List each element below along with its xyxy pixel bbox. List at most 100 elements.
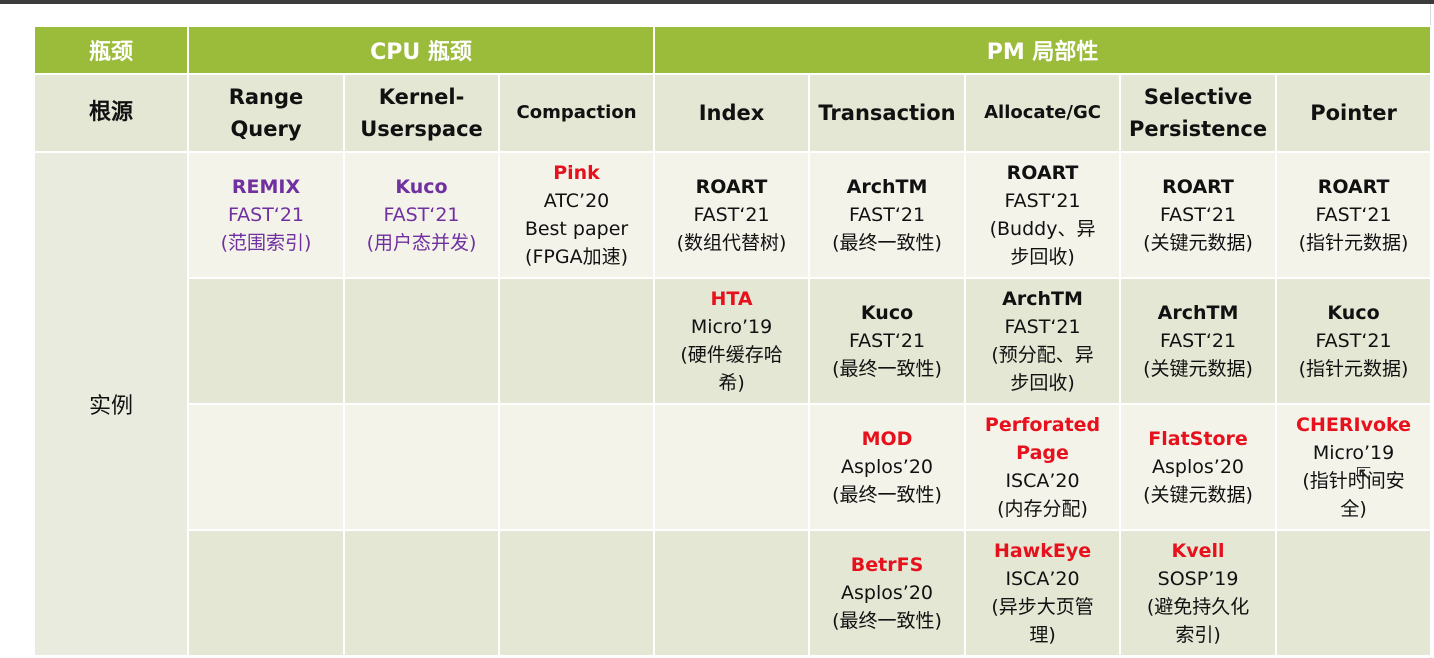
paper-note: (指针元数据)	[1298, 232, 1409, 254]
example-row-4: BetrFS Asplos’20 (最终一致性) HawkEye ISCA’20 (异步…	[34, 529, 1433, 657]
paper-cell: Kuco FAST‘21 (最终一致性)	[808, 277, 967, 405]
paper-venue: Asplos’20	[841, 582, 934, 604]
paper-note: (关键元数据)	[1143, 232, 1253, 254]
paper-venue: Micro’19	[690, 316, 773, 338]
paper-venue: FAST‘21	[1315, 204, 1392, 226]
paper-entry: FlatStore Asplos’20 (关键元数据)	[1123, 425, 1273, 509]
paper-name: Page	[1016, 442, 1069, 464]
mouse-cursor-icon: ⇱	[1356, 464, 1372, 485]
empty-cell	[187, 277, 345, 405]
paper-cell: Kvell SOSP’19 (避免持久化 索引)	[1119, 529, 1278, 657]
paper-entry: ROART FAST‘21 (数组代替树)	[657, 173, 806, 257]
paper-cell: ArchTM FAST‘21 (预分配、异 步回收)	[964, 277, 1122, 405]
paper-note: (异步大页管	[991, 596, 1094, 618]
paper-name: ROART	[695, 176, 768, 198]
subheader-allocate-gc: Allocate/GC	[964, 73, 1122, 153]
paper-venue: Micro’19	[1312, 442, 1395, 464]
paper-cell: Perforated Page ISCA’20 (内存分配)	[964, 403, 1122, 531]
paper-cell: Pink ATC’20 Best paper (FPGA加速)	[497, 151, 656, 279]
paper-entry: ArchTM FAST‘21 (最终一致性)	[812, 173, 962, 257]
paper-venue: Asplos’20	[841, 456, 934, 478]
paper-entry: MOD Asplos’20 (最终一致性)	[812, 425, 962, 509]
paper-cell: REMIX FAST‘21 (范围索引)	[187, 151, 345, 279]
paper-name: HTA	[710, 288, 753, 310]
paper-note: (避免持久化	[1146, 596, 1250, 618]
paper-note: (FPGA加速)	[525, 246, 628, 268]
empty-cell	[343, 529, 500, 657]
paper-cell: Kuco FAST‘21 (指针元数据)	[1275, 277, 1433, 405]
empty-cell	[187, 403, 345, 531]
paper-note: (内存分配)	[997, 498, 1088, 520]
paper-venue: ISCA’20	[1005, 470, 1080, 492]
paper-name: ArchTM	[1002, 288, 1083, 310]
paper-entry: Kuco FAST‘21 (用户态并发)	[347, 173, 496, 257]
paper-venue: FAST‘21	[693, 204, 770, 226]
paper-name: FlatStore	[1148, 428, 1248, 450]
paper-name: ROART	[1162, 176, 1234, 198]
subheader-selective-persistence: Selective Persistence	[1119, 73, 1278, 153]
row-label-examples: 实例	[33, 151, 189, 657]
paper-entry: ArchTM FAST‘21 (关键元数据)	[1123, 299, 1273, 383]
paper-note: (预分配、异	[991, 344, 1094, 366]
subheader-range-query: Range Query	[187, 73, 345, 153]
paper-venue: FAST‘21	[1004, 316, 1081, 338]
paper-note: (指针元数据)	[1298, 358, 1409, 380]
paper-name: HawkEye	[993, 540, 1092, 562]
empty-cell	[1275, 529, 1433, 657]
paper-note: (范围索引)	[220, 232, 312, 254]
paper-entry: Kuco FAST‘21 (指针元数据)	[1279, 299, 1428, 383]
paper-venue: FAST‘21	[1159, 204, 1237, 226]
paper-note: 全)	[1340, 498, 1367, 520]
paper-venue: FAST‘21	[1315, 330, 1392, 352]
paper-note: (最终一致性)	[832, 358, 942, 380]
paper-note: (Buddy、异	[989, 218, 1096, 240]
paper-note: (硬件缓存哈	[680, 344, 783, 366]
example-row-2: HTA Micro’19 (硬件缓存哈 希) Kuco FAST‘21 (最终一致性) A…	[34, 277, 1433, 405]
subheader-row: 根源 Range Query Kernel- Userspace Compactio…	[33, 73, 1433, 153]
paper-note: (最终一致性)	[832, 484, 942, 506]
paper-cell: ArchTM FAST‘21 (关键元数据)	[1119, 277, 1278, 405]
paper-entry: Pink ATC’20 Best paper (FPGA加速)	[502, 159, 651, 271]
paper-name: Kuco	[1327, 302, 1380, 324]
top-border-bar	[0, 0, 1434, 4]
paper-cell: ArchTM FAST‘21 (最终一致性)	[808, 151, 967, 279]
paper-cell: ROART FAST‘21 (关键元数据)	[1119, 151, 1278, 279]
paper-name: Kuco	[395, 176, 448, 198]
paper-entry: Kvell SOSP’19 (避免持久化 索引)	[1123, 537, 1273, 649]
paper-entry: ROART FAST‘21 (Buddy、异 步回收)	[968, 159, 1117, 271]
paper-venue: FAST‘21	[848, 330, 926, 352]
paper-note: 步回收)	[1010, 246, 1075, 268]
paper-cell: ROART FAST‘21 (指针元数据)	[1275, 151, 1433, 279]
paper-entry: HTA Micro’19 (硬件缓存哈 希)	[657, 285, 806, 397]
paper-name: ArchTM	[846, 176, 928, 198]
paper-cell: ROART FAST‘21 (数组代替树)	[653, 151, 811, 279]
paper-venue: FAST‘21	[383, 204, 460, 226]
paper-name: BetrFS	[850, 554, 924, 576]
header-row: 瓶颈 CPU 瓶颈 PM 局部性	[33, 25, 1433, 75]
paper-name: ROART	[1317, 176, 1390, 198]
paper-entry: REMIX FAST‘21 (范围索引)	[191, 173, 341, 257]
paper-venue: Asplos’20	[1152, 456, 1245, 478]
empty-cell	[343, 277, 500, 405]
empty-cell	[497, 403, 656, 531]
empty-cell	[653, 403, 811, 531]
paper-cell: ROART FAST‘21 (Buddy、异 步回收)	[964, 151, 1122, 279]
subheader-compaction: Compaction	[497, 73, 656, 153]
subheader-kernel-userspace: Kernel- Userspace	[343, 73, 500, 153]
paper-note: (最终一致性)	[832, 610, 942, 632]
subheader-transaction: Transaction	[808, 73, 967, 153]
paper-name: Kvell	[1171, 540, 1225, 562]
paper-venue: FAST‘21	[227, 204, 305, 226]
empty-cell	[653, 529, 811, 657]
empty-cell	[343, 403, 500, 531]
paper-note: (关键元数据)	[1143, 484, 1253, 506]
paper-entry: BetrFS Asplos’20 (最终一致性)	[812, 551, 962, 635]
paper-cell: MOD Asplos’20 (最终一致性)	[808, 403, 967, 531]
subheader-root-cause: 根源	[33, 73, 189, 153]
empty-cell	[497, 277, 656, 405]
paper-name: CHERIvoke	[1296, 414, 1412, 436]
paper-name: REMIX	[231, 176, 301, 198]
paper-entry: ROART FAST‘21 (指针元数据)	[1279, 173, 1428, 257]
paper-cell: Kuco FAST‘21 (用户态并发)	[343, 151, 500, 279]
paper-note: 步回收)	[1010, 372, 1075, 394]
